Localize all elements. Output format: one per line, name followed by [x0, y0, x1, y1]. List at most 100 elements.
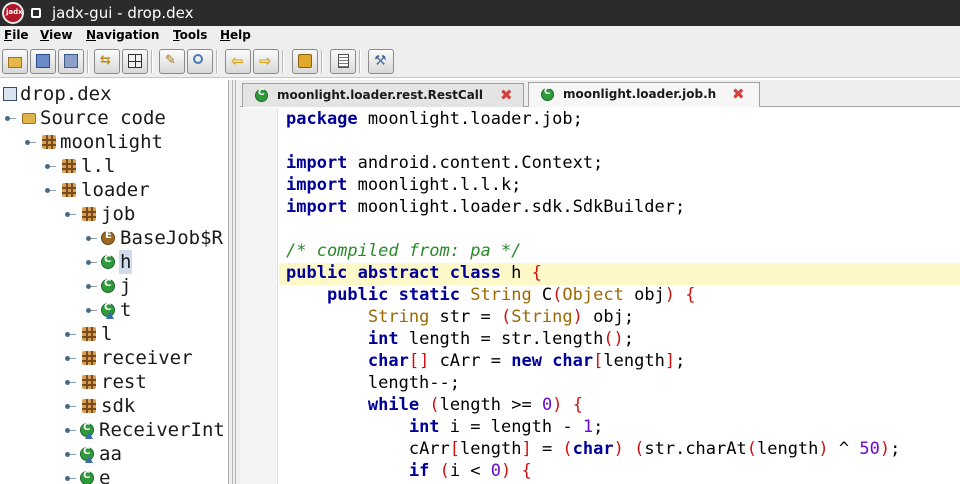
arrow-left-icon: ⇦	[231, 52, 244, 70]
tree-expand-handle[interactable]	[65, 404, 76, 409]
tree-expand-handle[interactable]	[45, 164, 56, 169]
toolbar-separator	[87, 50, 89, 73]
open-file-button[interactable]	[2, 49, 28, 74]
menu-file[interactable]: File	[4, 28, 29, 42]
preferences-button[interactable]: ⚒	[368, 49, 394, 74]
toolbar-separator	[151, 50, 153, 73]
tree-label: h	[119, 250, 133, 274]
tree-expand-handle[interactable]	[86, 308, 97, 313]
menu-help[interactable]: Help	[220, 28, 251, 42]
code-line: cArr[length] = (char) (str.charAt(length…	[408, 439, 901, 459]
tab-restcall[interactable]: moonlight.loader.rest.RestCall ✖	[242, 83, 524, 107]
abstract-class-icon	[80, 422, 94, 439]
export-icon	[64, 54, 78, 68]
package-icon	[62, 183, 76, 197]
tree-label: sdk	[101, 395, 136, 417]
tree-expand-handle[interactable]	[65, 380, 76, 385]
menu-view[interactable]: View	[40, 28, 72, 42]
tree-label: j	[120, 275, 132, 297]
tree-label: ReceiverInt	[99, 419, 225, 441]
tree-expand-handle[interactable]	[86, 260, 97, 265]
code-line: length--;	[286, 373, 460, 393]
tree-label: rest	[101, 371, 147, 393]
window-menu-icon[interactable]	[31, 8, 41, 18]
briefcase-icon	[298, 54, 312, 68]
back-button[interactable]: ⇦	[225, 49, 251, 74]
tree-expand-handle[interactable]	[45, 188, 56, 193]
window-title: jadx-gui - drop.dex	[52, 4, 194, 22]
export-button[interactable]	[58, 49, 84, 74]
tree-expand-handle[interactable]	[86, 284, 97, 289]
code-line: int i = length - 1;	[408, 417, 604, 437]
dex-file-icon	[3, 87, 17, 101]
close-tab-icon[interactable]: ✖	[732, 85, 745, 103]
forward-button[interactable]: ⇨	[253, 49, 279, 74]
code-line: int length = str.length();	[367, 329, 635, 349]
code-line: public abstract class h {	[286, 263, 542, 283]
abstract-class-icon	[80, 446, 94, 463]
toolbar: ⇆ ✎ ⇦ ⇨ ⚒	[0, 45, 960, 78]
search-text-button[interactable]: ✎	[159, 49, 185, 74]
close-tab-icon[interactable]: ✖	[500, 86, 513, 104]
package-icon	[82, 327, 96, 341]
toolbar-separator	[359, 50, 361, 73]
class-icon	[541, 87, 554, 101]
save-all-button[interactable]	[30, 49, 56, 74]
class-icon	[255, 88, 268, 102]
find-class-button[interactable]	[187, 49, 213, 74]
tree-label: l	[101, 323, 113, 345]
menu-tools[interactable]: Tools	[173, 28, 207, 42]
code-line: char[] cArr = new char[length];	[367, 351, 686, 371]
tree-label: loader	[81, 179, 150, 201]
tree-label: drop.dex	[20, 83, 112, 105]
tree-expand-handle[interactable]	[65, 332, 76, 337]
panel-splitter[interactable]	[229, 80, 240, 484]
tab-label: moonlight.loader.rest.RestCall	[277, 88, 484, 102]
code-line: /* compiled from: pa */	[286, 241, 522, 261]
tree-expand-handle[interactable]	[5, 116, 16, 121]
flatten-packages-button[interactable]	[122, 49, 148, 74]
code-editor[interactable]: package moonlight.loader.job; import and…	[240, 108, 960, 484]
class-icon	[101, 278, 115, 293]
menu-bar: File View Navigation Tools Help	[0, 26, 960, 45]
code-line: import android.content.Context;	[286, 153, 604, 173]
line-gutter	[240, 108, 278, 484]
folder-icon	[8, 57, 22, 68]
tree-expand-handle[interactable]	[86, 236, 97, 241]
source-folder-icon	[22, 113, 36, 124]
package-icon	[62, 159, 76, 173]
arrow-right-icon: ⇨	[259, 52, 272, 70]
tree-expand-handle[interactable]	[65, 476, 76, 481]
tab-label: moonlight.loader.job.h	[563, 87, 717, 101]
grid-icon	[128, 54, 142, 68]
tree-label: BaseJob$R	[120, 227, 223, 249]
class-icon	[101, 254, 115, 269]
tree-expand-handle[interactable]	[65, 428, 76, 433]
decompile-all-button[interactable]	[292, 49, 318, 74]
logo-text: jadx	[6, 8, 23, 16]
tree-expand-handle[interactable]	[25, 140, 36, 145]
tab-job-h[interactable]: moonlight.loader.job.h ✖	[528, 82, 760, 107]
sync-arrows-icon: ⇆	[100, 53, 111, 68]
menu-navigation[interactable]: Navigation	[86, 28, 159, 42]
tree-expand-handle[interactable]	[65, 452, 76, 457]
tree-label: t	[120, 299, 132, 321]
tree-expand-handle[interactable]	[65, 212, 76, 217]
wrench-icon: ⚒	[374, 53, 387, 69]
code-line: package moonlight.loader.job;	[286, 109, 583, 129]
jadx-logo-icon: jadx	[2, 2, 24, 24]
sync-button[interactable]: ⇆	[94, 49, 120, 74]
tree-label: l.l	[81, 155, 116, 177]
toolbar-separator	[216, 50, 218, 73]
toolbar-separator	[282, 50, 284, 73]
code-line: String str = (String) obj;	[367, 307, 635, 327]
log-viewer-button[interactable]	[330, 49, 356, 74]
tree-label: job	[101, 203, 136, 225]
package-icon	[82, 399, 96, 413]
project-tree[interactable]: drop.dex Source code moonlight l.l loade…	[0, 80, 229, 484]
abstract-class-icon	[101, 302, 115, 319]
tree-expand-handle[interactable]	[65, 356, 76, 361]
class-icon	[80, 470, 94, 484]
save-all-icon	[36, 54, 50, 68]
package-icon	[82, 375, 96, 389]
